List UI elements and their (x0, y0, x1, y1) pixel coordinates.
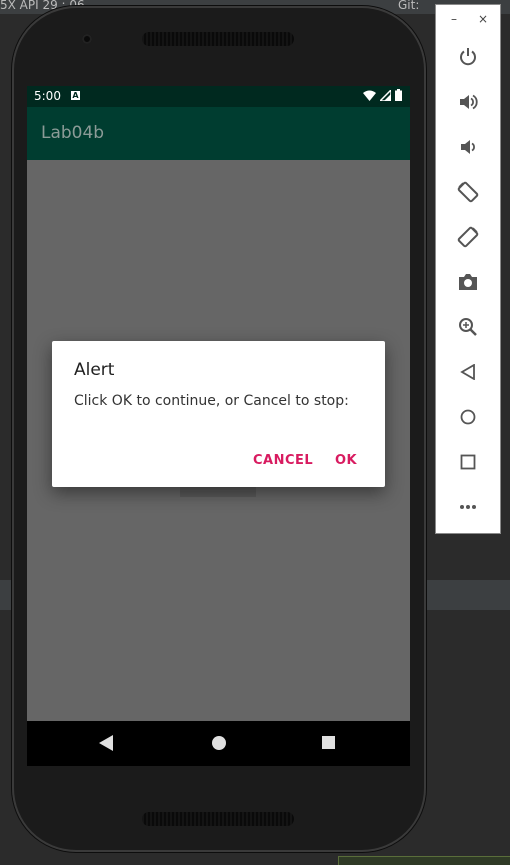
home-icon[interactable] (456, 405, 480, 429)
zoom-icon[interactable] (456, 315, 480, 339)
more-icon[interactable] (456, 495, 480, 519)
status-icons (363, 89, 402, 101)
wifi-icon (363, 90, 376, 101)
back-icon[interactable] (456, 360, 480, 384)
emulator-controls: – × (435, 4, 501, 534)
cancel-button[interactable]: CANCEL (253, 453, 313, 468)
front-camera-icon (82, 34, 92, 44)
signal-icon (380, 89, 391, 101)
back-triangle-icon[interactable] (99, 735, 113, 751)
camera-icon[interactable] (456, 270, 480, 294)
volume-down-icon[interactable] (456, 135, 480, 159)
bottom-speaker (142, 812, 294, 826)
app-bar: Lab04b (27, 107, 410, 160)
dialog-title: Alert (74, 360, 115, 380)
ok-button[interactable]: OK (335, 453, 357, 468)
minimize-button[interactable]: – (451, 12, 457, 26)
alert-dialog: Alert Click OK to continue, or Cancel to… (52, 341, 385, 487)
navigation-bar (27, 721, 410, 766)
dialog-message: Click OK to continue, or Cancel to stop: (74, 393, 349, 409)
rotate-left-icon[interactable] (456, 180, 480, 204)
overview-icon[interactable] (456, 450, 480, 474)
app-title: Lab04b (41, 123, 105, 143)
status-bar: 5:00 A (27, 86, 410, 107)
home-circle-icon[interactable] (212, 736, 226, 750)
emulator-window-controls: – × (436, 5, 500, 35)
ide-git-label: Git: (398, 0, 420, 12)
battery-icon (395, 89, 402, 101)
power-icon[interactable] (456, 45, 480, 69)
volume-up-icon[interactable] (456, 90, 480, 114)
top-speaker (142, 32, 294, 46)
notification-icon: A (71, 91, 80, 100)
close-button[interactable]: × (478, 12, 488, 26)
recents-square-icon[interactable] (322, 736, 335, 749)
rotate-right-icon[interactable] (456, 225, 480, 249)
status-time: 5:00 (34, 89, 61, 103)
